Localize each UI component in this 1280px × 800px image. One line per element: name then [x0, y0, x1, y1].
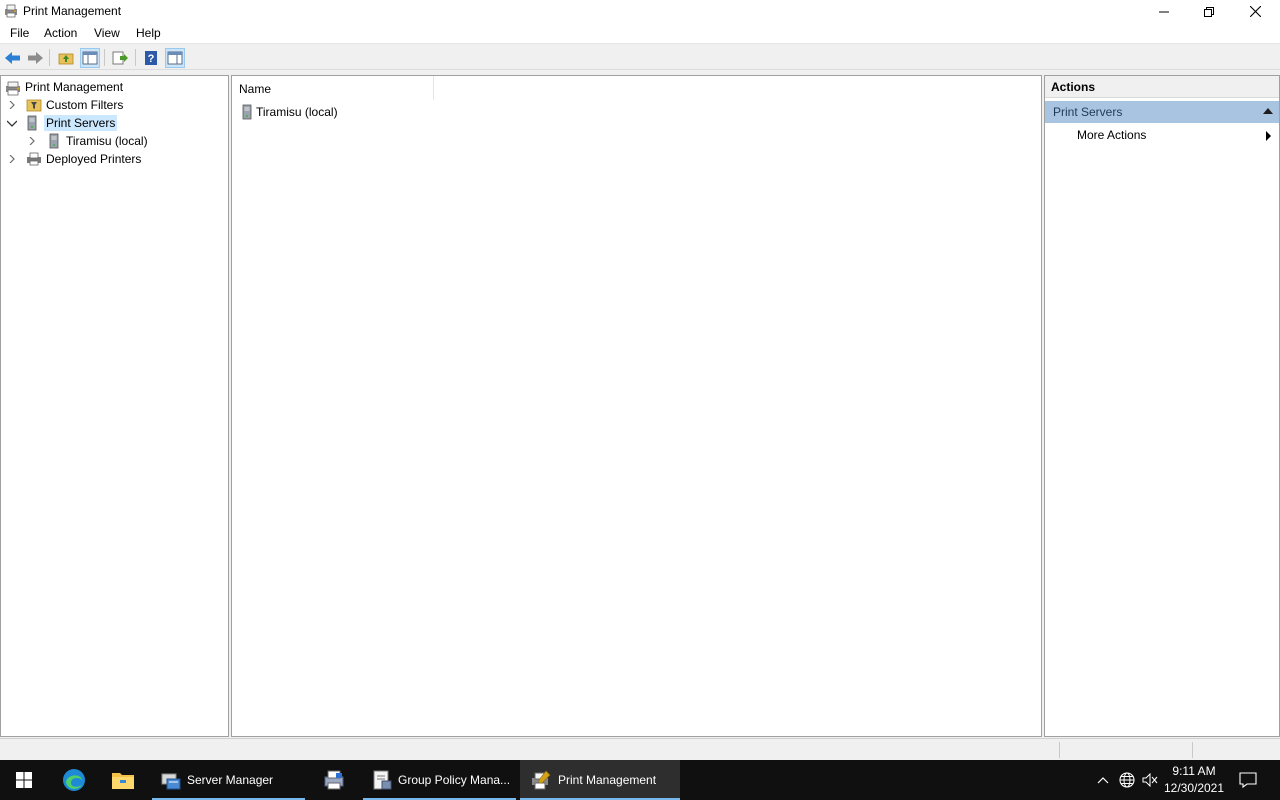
toolbar-separator: [49, 49, 50, 66]
taskbar-label-group-policy: Group Policy Mana...: [398, 773, 511, 787]
edge-browser-icon: [63, 769, 85, 791]
server-icon: [49, 133, 59, 149]
help-button[interactable]: ?: [141, 48, 161, 68]
folder-icon: [112, 773, 134, 789]
printer-icon: [27, 152, 41, 166]
taskbar-file-explorer-button[interactable]: [99, 760, 147, 800]
back-button[interactable]: [3, 48, 23, 68]
network-button[interactable]: [1116, 760, 1138, 800]
toolbar: ?: [0, 45, 1280, 70]
toolbar-separator: [104, 49, 105, 66]
print-management-icon: [6, 81, 20, 96]
taskbar-server-manager[interactable]: Server Manager: [152, 760, 305, 800]
collapse-arrow-icon[interactable]: [1263, 108, 1273, 114]
volume-muted-icon: [1142, 773, 1158, 787]
server-icon: [242, 104, 252, 120]
submenu-arrow-icon[interactable]: [1266, 131, 1271, 141]
actions-section-label: Print Servers: [1053, 105, 1123, 119]
tree-item-tiramisu-local[interactable]: Tiramisu (local): [27, 132, 150, 150]
tree-item-custom-filters[interactable]: Custom Filters: [7, 96, 125, 114]
show-hide-action-pane-button[interactable]: [165, 48, 185, 68]
restore-icon: [1204, 6, 1214, 17]
print-management-app-icon: [4, 4, 18, 18]
export-list-icon: [112, 51, 128, 65]
server-icon: [27, 115, 37, 131]
list-column-headers: Name: [232, 76, 1041, 100]
menu-help[interactable]: Help: [136, 26, 161, 40]
filter-folder-icon: [26, 99, 42, 112]
column-header-name[interactable]: Name: [232, 76, 434, 100]
taskbar-group-policy-management[interactable]: Group Policy Mana...: [363, 760, 516, 800]
up-folder-icon: [58, 53, 74, 65]
menu-action[interactable]: Action: [44, 26, 77, 40]
windows-logo-icon: [16, 772, 32, 788]
taskbar-clock[interactable]: 9:11 AM 12/30/2021: [1160, 763, 1228, 797]
notifications-button[interactable]: [1234, 760, 1262, 800]
back-icon: [5, 52, 20, 64]
show-hide-console-tree-icon: [82, 51, 98, 65]
actions-section-print-servers[interactable]: Print Servers: [1045, 101, 1279, 123]
tree-label-deployed-printers: Deployed Printers: [46, 152, 142, 166]
chevron-up-icon: [1097, 777, 1109, 784]
show-hidden-icons-button[interactable]: [1093, 760, 1113, 800]
tree-item-print-servers[interactable]: Print Servers: [7, 114, 118, 132]
chevron-right-icon[interactable]: [7, 154, 17, 164]
menu-view[interactable]: View: [94, 26, 120, 40]
show-hide-action-pane-icon: [167, 51, 183, 65]
status-divider: [1059, 742, 1060, 758]
console-tree: Print Management Custom Filters Print Se…: [0, 75, 229, 737]
svg-text:?: ?: [148, 53, 155, 65]
taskbar: Server Manager Group Policy Mana... Prin…: [0, 760, 1280, 800]
tree-label-print-management: Print Management: [25, 80, 124, 94]
clock-date: 12/30/2021: [1163, 781, 1225, 795]
globe-network-icon: [1119, 772, 1135, 788]
title-bar: Print Management: [0, 0, 1280, 23]
show-hide-console-tree-button[interactable]: [80, 48, 100, 68]
menu-file[interactable]: File: [10, 26, 29, 40]
help-icon: ?: [145, 51, 157, 65]
notification-icon: [1239, 772, 1257, 788]
actions-pane: Actions Print Servers More Actions: [1044, 75, 1280, 737]
group-policy-icon: [373, 770, 392, 790]
chevron-down-icon[interactable]: [7, 118, 17, 128]
tree-label-print-servers: Print Servers: [44, 115, 118, 131]
status-bar: [0, 738, 1280, 760]
export-list-button[interactable]: [110, 48, 130, 68]
tree-item-deployed-printers[interactable]: Deployed Printers: [7, 150, 143, 168]
tree-label-custom-filters: Custom Filters: [46, 98, 124, 112]
more-actions-item[interactable]: More Actions: [1077, 128, 1146, 142]
printer-app-icon: [324, 770, 344, 790]
restore-button[interactable]: [1186, 0, 1232, 23]
menu-bar: File Action View Help: [0, 23, 1280, 44]
up-one-level-button[interactable]: [56, 48, 76, 68]
list-item-name: Tiramisu (local): [256, 105, 338, 119]
close-button[interactable]: [1232, 0, 1278, 23]
actions-title: Actions: [1045, 76, 1279, 98]
taskbar-label-print-management: Print Management: [558, 773, 657, 787]
tree-item-print-management[interactable]: Print Management: [5, 78, 125, 96]
status-divider: [1192, 742, 1193, 758]
close-icon: [1249, 6, 1261, 17]
results-list: Name Tiramisu (local): [231, 75, 1042, 737]
tree-label-tiramisu-local: Tiramisu (local): [66, 134, 148, 148]
taskbar-print-management[interactable]: Print Management: [520, 760, 680, 800]
chevron-right-icon[interactable]: [7, 100, 17, 110]
window-title: Print Management: [23, 4, 122, 18]
start-button[interactable]: [0, 760, 48, 800]
volume-button[interactable]: [1140, 760, 1160, 800]
taskbar-edge-button[interactable]: [50, 760, 98, 800]
list-item[interactable]: Tiramisu (local): [239, 103, 338, 121]
taskbar-printer-app-button[interactable]: [312, 760, 356, 800]
server-manager-icon: [161, 773, 181, 790]
forward-button[interactable]: [25, 48, 45, 68]
print-management-icon: [532, 770, 551, 790]
clock-time: 9:11 AM: [1172, 764, 1216, 778]
forward-icon: [28, 52, 43, 64]
chevron-right-icon[interactable]: [27, 136, 37, 146]
minimize-icon: [1159, 11, 1169, 12]
toolbar-separator: [135, 49, 136, 66]
taskbar-label-server-manager: Server Manager: [187, 773, 274, 787]
minimize-button[interactable]: [1141, 0, 1187, 23]
